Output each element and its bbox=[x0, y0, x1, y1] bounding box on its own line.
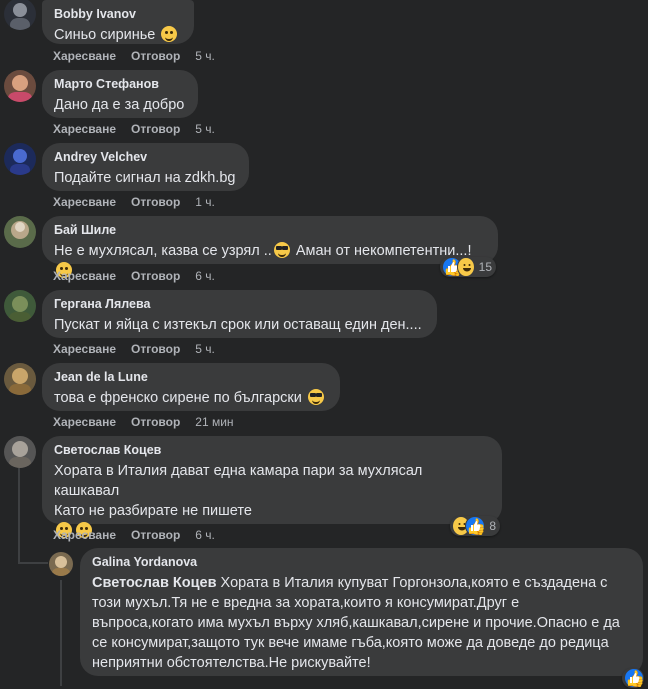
reply-button[interactable]: Отговор bbox=[131, 342, 180, 356]
avatar[interactable] bbox=[4, 143, 36, 175]
reply-text-line: този мухъл.Тя не е вредна за хората,коит… bbox=[92, 595, 520, 611]
comment-bubble: Светослав Коцев Хората в Италия дават ед… bbox=[42, 436, 502, 538]
reaction-summary[interactable]: 8 bbox=[450, 516, 500, 536]
sunglasses-emoji-icon bbox=[273, 242, 290, 258]
reply-author[interactable]: Galina Yordanova bbox=[92, 555, 631, 570]
like-button[interactable]: Харесване bbox=[53, 49, 116, 63]
avatar[interactable] bbox=[4, 70, 36, 102]
timestamp[interactable]: 1 ч. bbox=[195, 195, 215, 209]
comment-actions: Харесване Отговор 21 мин bbox=[53, 415, 249, 429]
like-button[interactable]: Харесване bbox=[53, 342, 116, 356]
like-reaction-icon bbox=[624, 668, 644, 688]
reply-button[interactable]: Отговор bbox=[131, 269, 180, 283]
like-reaction-icon bbox=[465, 516, 486, 536]
like-button[interactable]: Харесване bbox=[53, 195, 116, 209]
timestamp[interactable]: 6 ч. bbox=[195, 269, 215, 283]
avatar[interactable] bbox=[4, 436, 36, 468]
comment-bubble: Бай Шиле Не е мухлясал, казва се узрял .… bbox=[42, 216, 498, 278]
reply-button[interactable]: Отговор bbox=[131, 195, 180, 209]
comment-author[interactable]: Гергана Лялева bbox=[54, 297, 425, 312]
avatar[interactable] bbox=[49, 552, 73, 576]
like-button[interactable]: Харесване bbox=[53, 122, 116, 136]
comment-author[interactable]: Светослав Коцев bbox=[54, 443, 490, 458]
reply-button[interactable]: Отговор bbox=[131, 122, 180, 136]
reaction-summary[interactable]: 15 bbox=[440, 257, 496, 277]
comment-bubble: Гергана Лялева Пускат и яйца с изтекъл с… bbox=[42, 290, 437, 338]
comment-bubble: Andrey Velchev Подайте сигнал на zdkh.bg bbox=[42, 143, 249, 191]
timestamp[interactable]: 5 ч. bbox=[195, 122, 215, 136]
comment-actions: Харесване Отговор 5 ч. bbox=[53, 342, 230, 356]
comment-actions: Харесване Отговор 1 ч. bbox=[53, 195, 230, 209]
comment-bubble: Bobby Ivanov Синьо сириньe bbox=[42, 0, 194, 44]
comment-text: Синьо сириньe bbox=[54, 25, 182, 45]
like-button[interactable]: Харесване bbox=[53, 415, 116, 429]
comment-actions: Харесване Отговор 5 ч. bbox=[53, 49, 230, 63]
reaction-summary[interactable] bbox=[622, 668, 644, 688]
timestamp[interactable]: 6 ч. bbox=[195, 528, 215, 542]
laughing-emoji-icon bbox=[161, 26, 178, 42]
reply-text-line: въпроса,когато има мухъл върху хляб,кашк… bbox=[92, 615, 620, 631]
comment-text: Пускат и яйца с изтекъл срок или оставащ… bbox=[54, 317, 422, 333]
comment-author[interactable]: Andrey Velchev bbox=[54, 150, 237, 165]
reply-button[interactable]: Отговор bbox=[131, 415, 180, 429]
timestamp[interactable]: 5 ч. bbox=[195, 342, 215, 356]
reply-button[interactable]: Отговор bbox=[131, 49, 180, 63]
comment-text: Подайте сигнал на zdkh.bg bbox=[54, 170, 236, 186]
comment-actions: Харесване Отговор 5 ч. bbox=[53, 122, 230, 136]
haha-reaction-icon bbox=[457, 257, 475, 277]
reply-text-line: неприятни обстоятелства.Не рискувайте! bbox=[92, 655, 371, 671]
comment-text-line: Като не разбирате не пишете bbox=[54, 503, 252, 519]
avatar[interactable] bbox=[4, 0, 36, 30]
comment-text: Дано да е за добро bbox=[54, 97, 185, 113]
reply-button[interactable]: Отговор bbox=[131, 528, 180, 542]
avatar[interactable] bbox=[4, 363, 36, 395]
comment-author[interactable]: Jean de la Lune bbox=[54, 370, 328, 385]
thread-connector bbox=[18, 468, 20, 564]
timestamp[interactable]: 21 мин bbox=[195, 415, 233, 429]
comment-actions: Харесване Отговор 6 ч. bbox=[53, 269, 230, 283]
thread-connector-child bbox=[60, 580, 62, 686]
thread-connector-elbow bbox=[18, 562, 48, 564]
avatar[interactable] bbox=[4, 216, 36, 248]
comment-text: това е френско сирене по български bbox=[54, 388, 328, 408]
comment-actions: Харесване Отговор 6 ч. bbox=[53, 528, 230, 542]
like-button[interactable]: Харесване bbox=[53, 269, 116, 283]
avatar[interactable] bbox=[4, 290, 36, 322]
mention-link[interactable]: Светослав Коцев bbox=[92, 575, 217, 591]
comment-author[interactable]: Bobby Ivanov bbox=[54, 7, 182, 22]
reply-text-line: се консумират,защото тук вече имаме гъба… bbox=[92, 635, 609, 651]
comment-bubble: Марто Стефанов Дано да е за добро bbox=[42, 70, 198, 118]
comment-text-line: Хората в Италия дават една камара пари з… bbox=[54, 463, 423, 499]
reaction-count: 15 bbox=[478, 260, 492, 274]
comment-bubble: Jean de la Lune това е френско сирене по… bbox=[42, 363, 340, 411]
reply-bubble: Galina Yordanova Светослав Коцев Хората … bbox=[80, 548, 643, 676]
reply-text-line: Светослав Коцев Хората в Италия купуват … bbox=[92, 575, 608, 591]
sunglasses-emoji-icon bbox=[307, 389, 324, 405]
like-button[interactable]: Харесване bbox=[53, 528, 116, 542]
comment-author[interactable]: Марто Стефанов bbox=[54, 77, 186, 92]
reaction-count: 8 bbox=[489, 519, 496, 533]
comment-author[interactable]: Бай Шиле bbox=[54, 223, 486, 238]
timestamp[interactable]: 5 ч. bbox=[195, 49, 215, 63]
